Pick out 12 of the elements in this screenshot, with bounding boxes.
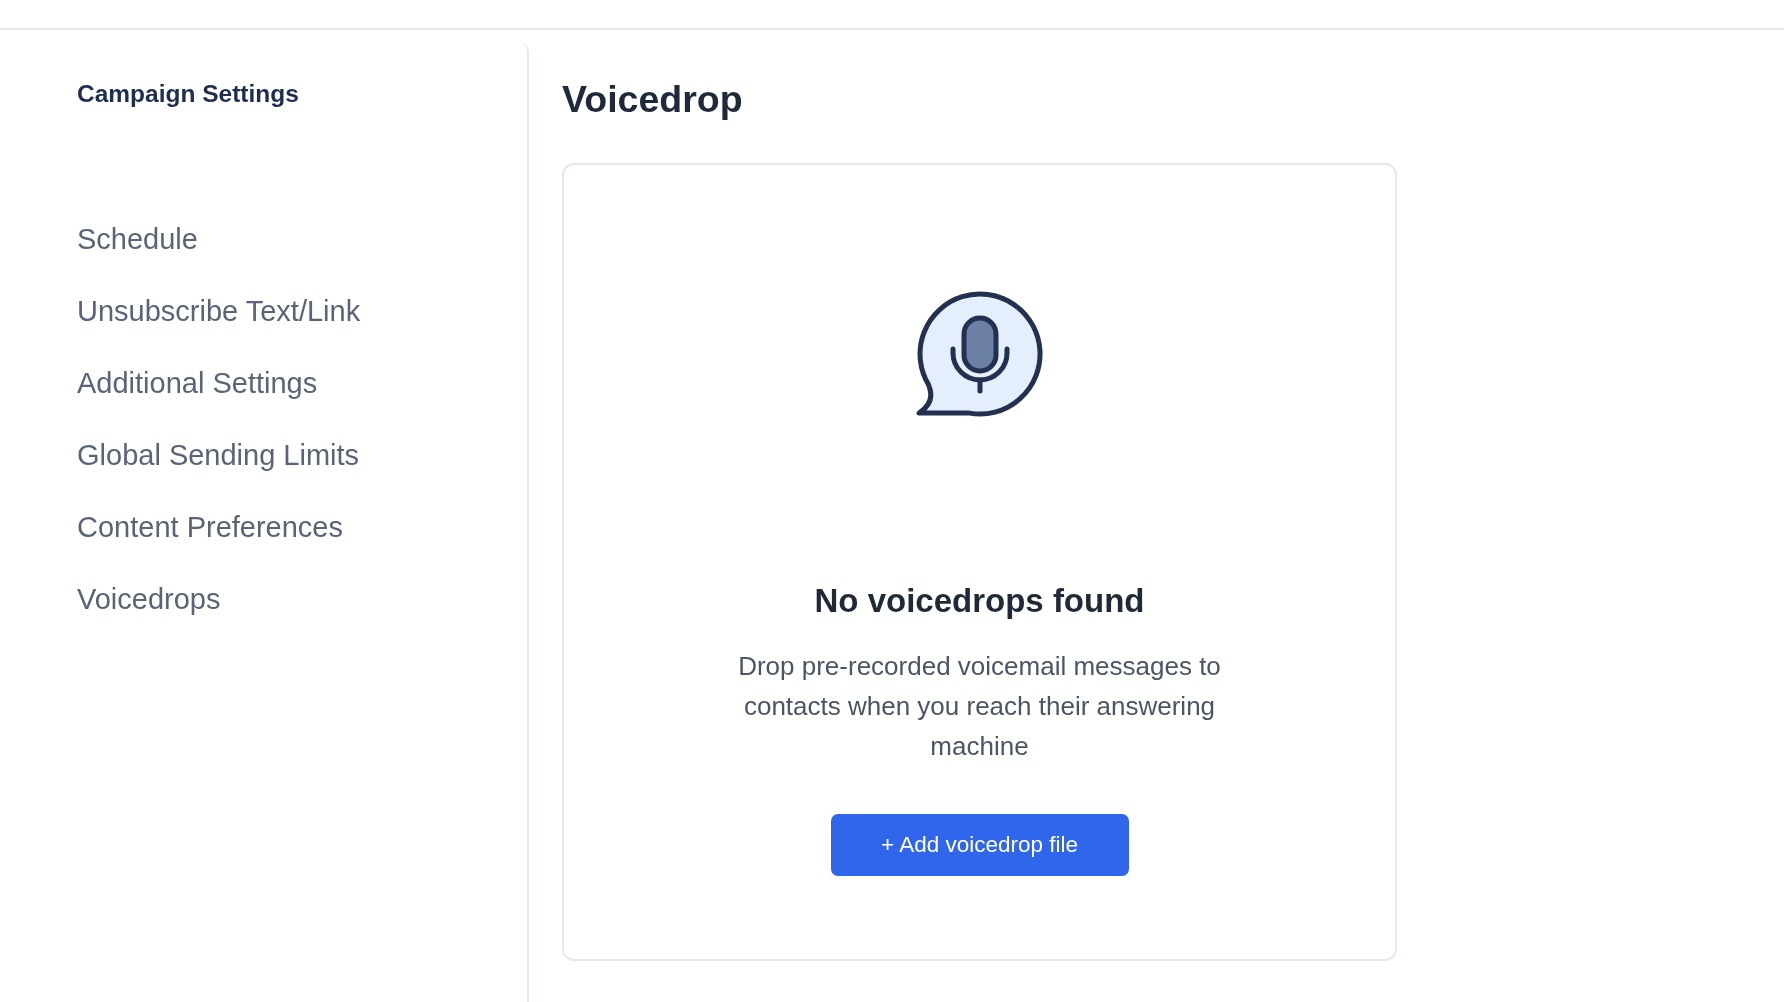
microphone-speech-bubble-icon (915, 290, 1044, 418)
sidebar-link[interactable]: Voicedrops (77, 582, 221, 616)
page-title: Voicedrop (562, 77, 743, 121)
sidebar-link[interactable]: Global Sending Limits (77, 438, 360, 472)
sidebar-link[interactable]: Content Preferences (77, 510, 343, 544)
sidebar-link[interactable]: Schedule (77, 222, 198, 256)
empty-state-description: Drop pre-recorded voicemail messages to contacts when you reach their answering machine (737, 650, 1222, 763)
add-voicedrop-button[interactable]: + Add voicedrop file (830, 814, 1129, 876)
sidebar-link[interactable]: Unsubscribe Text/Link (77, 294, 361, 328)
empty-state-title: No voicedrops found (814, 581, 1145, 621)
sidebar-link[interactable]: Additional Settings (77, 366, 318, 400)
sidebar-title: Campaign Settings (77, 79, 299, 109)
